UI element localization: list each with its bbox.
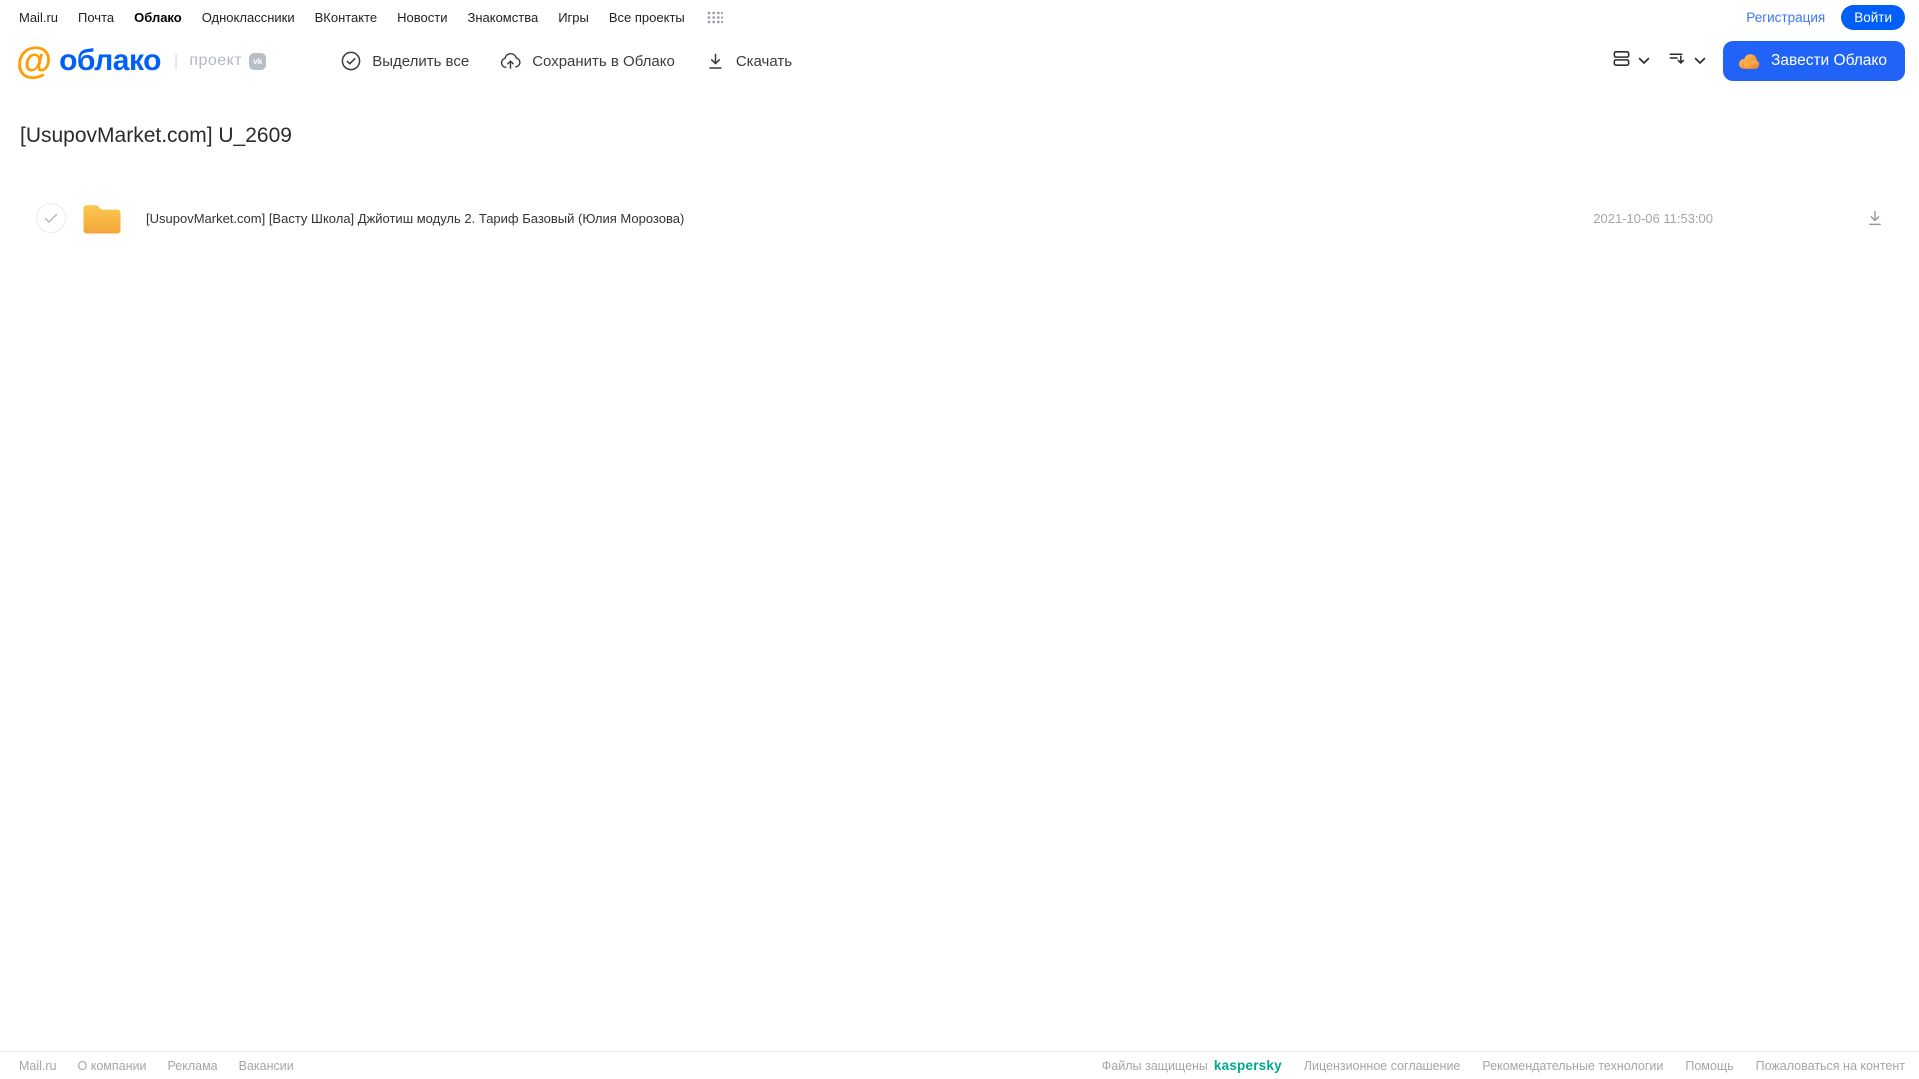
footer-link-ads[interactable]: Реклама: [167, 1059, 217, 1073]
view-mode-dropdown[interactable]: [1611, 48, 1650, 74]
footer-right-links: Файлы защищены kaspersky Лицензионное со…: [1102, 1058, 1905, 1073]
cloud-upload-icon: [499, 50, 522, 72]
footer-link-jobs[interactable]: Вакансии: [239, 1059, 294, 1073]
create-cloud-button[interactable]: Завести Облако: [1723, 41, 1905, 81]
chevron-down-icon: [1694, 52, 1706, 70]
registration-link[interactable]: Регистрация: [1746, 10, 1825, 25]
mailru-at-icon: @: [16, 39, 53, 81]
footer-link-report-content[interactable]: Пожаловаться на контент: [1756, 1059, 1905, 1073]
row-checkbox[interactable]: [36, 203, 66, 233]
nav-item-oblako[interactable]: Облако: [134, 10, 182, 25]
footer-link-mailru[interactable]: Mail.ru: [19, 1059, 57, 1073]
chevron-down-icon: [1638, 52, 1650, 70]
save-to-cloud-label: Сохранить в Облако: [532, 52, 675, 70]
download-button[interactable]: Скачать: [705, 51, 792, 72]
auth-controls: Регистрация Войти: [1746, 4, 1905, 30]
kaspersky-protection: Файлы защищены kaspersky: [1102, 1058, 1282, 1073]
page-title: [UsupovMarket.com] U_2609: [20, 124, 292, 147]
footer-link-recommendation-tech[interactable]: Рекомендательные технологии: [1482, 1059, 1663, 1073]
footer-link-license[interactable]: Лицензионное соглашение: [1304, 1059, 1461, 1073]
cloud-icon: [1737, 52, 1761, 70]
nav-item-mailru[interactable]: Mail.ru: [19, 10, 58, 25]
project-label: проект: [189, 52, 243, 69]
select-all-button[interactable]: Выделить все: [340, 50, 469, 72]
nav-item-vse-proekty[interactable]: Все проекты: [609, 10, 685, 25]
portal-nav-links: Mail.ru Почта Облако Одноклассники ВКонт…: [19, 10, 723, 25]
logo-wordmark: облако: [59, 44, 161, 77]
kaspersky-logo[interactable]: kaspersky: [1214, 1058, 1282, 1073]
nav-item-znakomstva[interactable]: Знакомства: [467, 10, 538, 25]
file-name[interactable]: [UsupovMarket.com] [Васту Школа] Джйотиш…: [146, 211, 684, 226]
footer-link-help[interactable]: Помощь: [1685, 1059, 1733, 1073]
nav-item-novosti[interactable]: Новости: [397, 10, 447, 25]
check-icon: [44, 213, 58, 223]
nav-item-igry[interactable]: Игры: [558, 10, 589, 25]
portal-navbar: Mail.ru Почта Облако Одноклассники ВКонт…: [0, 0, 1919, 34]
nav-item-vkontakte[interactable]: ВКонтакте: [315, 10, 378, 25]
cloud-header: @ облако | проект vk Выделить все Сохран…: [0, 34, 1919, 88]
select-all-label: Выделить все: [372, 52, 470, 70]
file-toolbar: Выделить все Сохранить в Облако Скачать: [340, 50, 792, 72]
list-view-icon: [1611, 48, 1632, 74]
protected-label: Файлы защищены: [1101, 1059, 1208, 1073]
nav-item-pochta[interactable]: Почта: [78, 10, 114, 25]
sort-descending-icon: [1667, 48, 1688, 74]
vk-badge-icon: vk: [249, 52, 267, 70]
login-button[interactable]: Войти: [1841, 4, 1905, 30]
file-row[interactable]: [UsupovMarket.com] [Васту Школа] Джйотиш…: [24, 198, 1893, 238]
grid-dots-icon[interactable]: [707, 11, 723, 24]
nav-item-odnoklassniki[interactable]: Одноклассники: [202, 10, 295, 25]
download-label: Скачать: [735, 52, 793, 70]
header-view-controls: Завести Облако: [1611, 41, 1905, 81]
check-circle-icon: [340, 50, 362, 72]
footer-left-links: Mail.ru О компании Реклама Вакансии: [19, 1059, 294, 1073]
logo-divider: |: [173, 51, 179, 70]
file-date: 2021-10-06 11:53:00: [1593, 210, 1713, 226]
save-to-cloud-button[interactable]: Сохранить в Облако: [499, 50, 675, 72]
row-download-icon[interactable]: [1865, 208, 1885, 228]
sort-dropdown[interactable]: [1667, 48, 1706, 74]
footer: Mail.ru О компании Реклама Вакансии Файл…: [0, 1051, 1919, 1079]
cloud-logo[interactable]: @ облако | проект vk: [16, 39, 267, 81]
create-cloud-label: Завести Облако: [1771, 52, 1887, 69]
footer-link-company[interactable]: О компании: [78, 1059, 147, 1073]
folder-icon: [80, 200, 124, 236]
download-icon: [705, 51, 726, 72]
